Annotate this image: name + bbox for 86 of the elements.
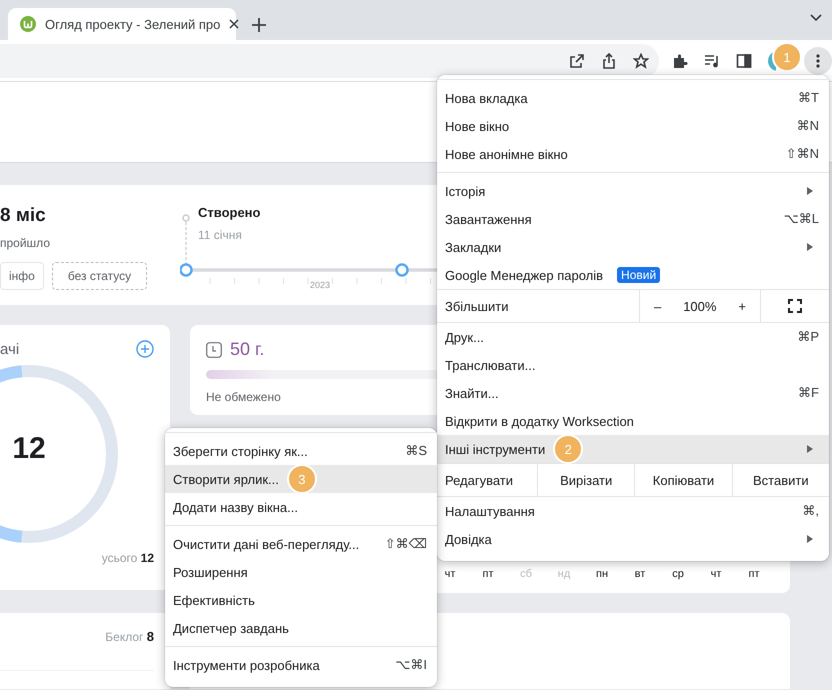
shortcut-label: ⌘S bbox=[405, 443, 427, 459]
menu-item[interactable]: Знайти... ⌘F bbox=[437, 379, 829, 407]
duration-value: 8 міс bbox=[0, 205, 47, 227]
menu-item[interactable]: Друк... ⌘P bbox=[437, 323, 829, 351]
more-vertical-icon bbox=[816, 54, 820, 68]
status-button[interactable]: без статусу bbox=[52, 262, 148, 290]
site-favicon-icon bbox=[20, 16, 36, 32]
shortcut-label: ⌘T bbox=[798, 90, 819, 106]
edit-action-button[interactable]: Вставити bbox=[732, 464, 829, 496]
tasks-total: усього 12 bbox=[100, 551, 154, 565]
step-number-tooltip: 1 bbox=[772, 42, 802, 72]
menu-item[interactable]: Диспетчер завдань bbox=[165, 614, 437, 642]
time-value: 50 г. bbox=[230, 339, 264, 360]
shortcut-label: ⌘, bbox=[802, 503, 819, 519]
edit-action-button[interactable]: Копіювати bbox=[635, 464, 733, 496]
submenu-arrow-icon bbox=[807, 445, 813, 453]
step-badge: 3 bbox=[286, 464, 317, 494]
menu-item[interactable]: Створити ярлик... 3 bbox=[165, 465, 437, 493]
submenu-arrow-icon bbox=[807, 535, 813, 543]
side-panel-icon[interactable] bbox=[736, 52, 752, 68]
menu-item[interactable]: Ефективність bbox=[165, 586, 437, 614]
weekday-label: сб bbox=[519, 568, 533, 580]
weekday-label: пт bbox=[482, 568, 494, 580]
media-list-icon[interactable] bbox=[704, 52, 720, 68]
add-icon[interactable] bbox=[136, 340, 154, 358]
menu-item[interactable]: Нова вкладка ⌘T bbox=[437, 84, 829, 112]
menu-item[interactable]: Транслювати... bbox=[437, 351, 829, 379]
weekday-label: чт bbox=[710, 568, 722, 580]
weekday-label: нд bbox=[556, 568, 572, 580]
menu-item[interactable]: Відкрити в додатку Worksection bbox=[437, 407, 829, 435]
chevron-down-icon[interactable] bbox=[810, 14, 822, 22]
menu-label: Збільшити bbox=[437, 290, 640, 322]
star-icon[interactable] bbox=[633, 52, 649, 68]
menu-item[interactable]: Очистити дані веб-перегляду... ⇧⌘⌫ bbox=[165, 530, 437, 558]
milestone-date: 11 січня bbox=[197, 228, 242, 242]
menu-item[interactable]: Розширення bbox=[165, 558, 437, 586]
status-button[interactable]: інфо bbox=[0, 262, 44, 290]
shortcut-label: ⌘F bbox=[798, 385, 819, 401]
new-badge: Новий bbox=[617, 267, 660, 283]
new-tab-icon[interactable] bbox=[252, 18, 266, 32]
zoom-in-button[interactable]: + bbox=[732, 298, 752, 314]
more-menu-button[interactable] bbox=[804, 46, 832, 74]
weekday-label: пн bbox=[594, 568, 610, 580]
weekday-label: чт bbox=[444, 568, 456, 580]
duration-caption: пройшло bbox=[0, 236, 51, 250]
shortcut-label: ⌘P bbox=[797, 329, 819, 345]
share-icon[interactable] bbox=[601, 52, 617, 68]
backlog-count: Беклог 8 bbox=[104, 629, 154, 644]
weekday-label: пт bbox=[748, 568, 760, 580]
menu-item[interactable]: Інструменти розробника ⌥⌘I bbox=[165, 651, 437, 679]
shortcut-label: ⌘N bbox=[796, 118, 819, 134]
weekday-label: вт bbox=[634, 568, 646, 580]
menu-item[interactable]: Завантаження ⌥⌘L bbox=[437, 205, 829, 233]
shortcut-label: ⌥⌘L bbox=[784, 211, 819, 227]
menu-item[interactable]: Закладки bbox=[437, 233, 829, 261]
shortcut-label: ⇧⌘N bbox=[786, 146, 819, 162]
edit-action-button[interactable]: Вирізати bbox=[538, 464, 636, 496]
step-badge: 2 bbox=[553, 434, 584, 464]
timeline-year: 2023 bbox=[310, 280, 330, 290]
milestone-title: Створено bbox=[197, 205, 260, 220]
clock-icon bbox=[206, 342, 222, 358]
zoom-level: 100% bbox=[683, 298, 716, 314]
browser-tab[interactable]: Огляд проекту - Зелений про bbox=[8, 8, 236, 40]
tab-title: Огляд проекту - Зелений про bbox=[45, 16, 220, 32]
zoom-out-button[interactable]: – bbox=[648, 298, 668, 314]
shortcut-label: ⇧⌘⌫ bbox=[384, 536, 427, 552]
menu-item[interactable]: Нове вікно ⌘N bbox=[437, 112, 829, 140]
tasks-count: 12 bbox=[11, 432, 47, 466]
weekday-label: ср bbox=[671, 568, 685, 580]
close-icon[interactable] bbox=[229, 19, 240, 29]
menu-item[interactable]: Налаштування ⌘, bbox=[437, 497, 829, 525]
menu-item[interactable]: Довідка bbox=[437, 525, 829, 553]
external-link-icon[interactable] bbox=[569, 52, 585, 68]
menu-item[interactable]: Інші інструменти 2 bbox=[437, 435, 829, 463]
submenu-arrow-icon bbox=[807, 187, 813, 195]
menu-item[interactable]: Google Менеджер паролів Новий bbox=[437, 261, 829, 289]
menu-item[interactable]: Історія bbox=[437, 177, 829, 205]
menu-item[interactable]: Зберегти сторінку як... ⌘S bbox=[165, 437, 437, 465]
puzzle-icon[interactable] bbox=[672, 52, 688, 68]
submenu-arrow-icon bbox=[807, 243, 813, 251]
tasks-title: ачі bbox=[0, 340, 20, 358]
shortcut-label: ⌥⌘I bbox=[395, 657, 427, 673]
fullscreen-icon[interactable] bbox=[788, 299, 802, 313]
menu-item[interactable]: Додати назву вікна... bbox=[165, 493, 437, 521]
menu-item[interactable]: Нове анонімне вікно ⇧⌘N bbox=[437, 140, 829, 168]
time-limit: Не обмежено bbox=[206, 390, 281, 404]
